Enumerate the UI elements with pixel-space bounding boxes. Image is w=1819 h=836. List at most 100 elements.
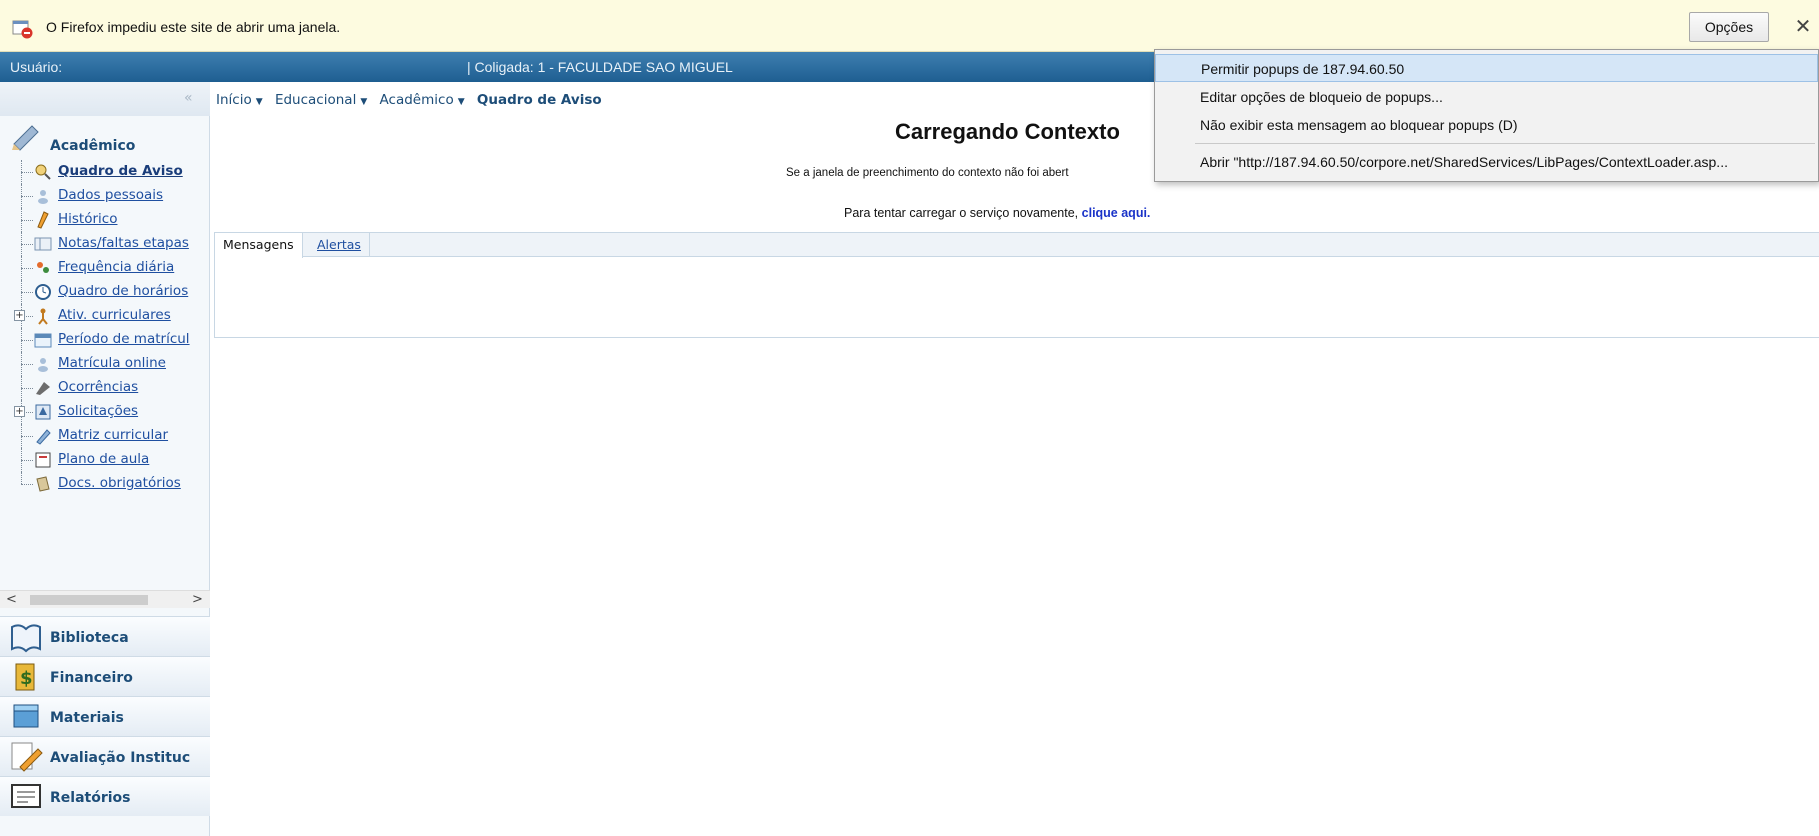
- page-title: Carregando Contexto: [895, 119, 1120, 144]
- module-label: Relatórios: [50, 790, 131, 806]
- online-enrollment-icon: [38, 358, 48, 372]
- request-icon: [35, 404, 51, 420]
- breadcrumb: Início ▼ Educacional ▼ Acadêmico ▼ Quadro d…: [216, 92, 606, 108]
- sidebar-item-notas-faltas[interactable]: Notas/faltas etapas: [0, 232, 210, 256]
- pencil-icon: [37, 211, 49, 229]
- menu-item-allow-popups[interactable]: Permitir popups de 187.94.60.50: [1155, 54, 1818, 82]
- blocked-popup-icon: [12, 20, 33, 39]
- sidebar-item-quadro-de-aviso[interactable]: Quadro de Aviso: [0, 160, 210, 184]
- module-label: Financeiro: [50, 670, 133, 686]
- sidebar-header: «: [0, 82, 210, 116]
- module-relatorios[interactable]: Relatórios: [0, 776, 210, 816]
- popup-options-menu: Permitir popups de 187.94.60.50 Editar o…: [1154, 49, 1819, 182]
- sidebar-item-label[interactable]: Docs. obrigatórios: [58, 475, 181, 491]
- module-label: Materiais: [50, 710, 124, 726]
- expand-icon[interactable]: +: [14, 310, 25, 321]
- report-icon: [11, 784, 41, 808]
- sidebar-item-label[interactable]: Matrícula online: [58, 355, 166, 371]
- sidebar-item-solicitacoes[interactable]: + Solicitações: [0, 400, 210, 424]
- breadcrumb-inicio[interactable]: Início: [216, 92, 252, 108]
- module-label: Avaliação Instituc: [50, 750, 191, 766]
- breadcrumb-academico[interactable]: Acadêmico: [380, 92, 454, 108]
- sidebar-item-historico[interactable]: Histórico: [0, 208, 210, 232]
- sidebar-item-matricula-online[interactable]: Matrícula online: [0, 352, 210, 376]
- menu-separator: [1195, 143, 1815, 144]
- tabs-panel: Mensagens Alertas: [214, 232, 1819, 338]
- module-financeiro[interactable]: $ Financeiro: [0, 656, 210, 696]
- sidebar-item-label[interactable]: Frequência diária: [58, 259, 174, 275]
- scroll-right-icon[interactable]: >: [192, 592, 203, 607]
- scroll-left-icon[interactable]: <: [6, 592, 17, 607]
- menu-item-dont-show-message[interactable]: Não exibir esta mensagem ao bloquear pop…: [1155, 111, 1818, 139]
- retry-message: Para tentar carregar o serviço novamente…: [844, 206, 1150, 220]
- chevron-down-icon[interactable]: ▼: [256, 97, 263, 107]
- book-icon: [35, 452, 51, 468]
- context-message: Se a janela de preenchimento do contexto…: [786, 167, 1069, 179]
- notice-board-icon: [35, 164, 51, 180]
- sidebar-item-matriz-curricular[interactable]: Matriz curricular: [0, 424, 210, 448]
- module-avaliacao-institucional[interactable]: Avaliação Instituc: [0, 736, 210, 776]
- person-icon: [38, 190, 48, 204]
- svg-text:$: $: [20, 668, 33, 689]
- sidebar-item-dados-pessoais[interactable]: Dados pessoais: [0, 184, 210, 208]
- module-materiais[interactable]: Materiais: [0, 696, 210, 736]
- sidebar-item-label[interactable]: Solicitações: [58, 403, 138, 419]
- incident-icon: [36, 382, 50, 395]
- popup-blocked-notification: O Firefox impediu este site de abrir uma…: [0, 0, 1819, 52]
- sidebar-item-periodo-matricula[interactable]: Período de matrícul: [0, 328, 210, 352]
- pencil-ruler-icon: [12, 125, 39, 151]
- chevron-down-icon[interactable]: ▼: [360, 97, 367, 107]
- expand-icon[interactable]: +: [14, 406, 25, 417]
- activity-icon: [38, 308, 48, 325]
- sidebar-item-label[interactable]: Dados pessoais: [58, 187, 163, 203]
- sidebar-horizontal-scrollbar[interactable]: < >: [0, 590, 210, 608]
- menu-item-open-blocked-url[interactable]: Abrir "http://187.94.60.50/corpore.net/S…: [1155, 148, 1818, 176]
- collapse-icon[interactable]: «: [184, 90, 193, 106]
- sidebar-item-quadro-horarios[interactable]: Quadro de horários: [0, 280, 210, 304]
- clock-icon: [35, 284, 51, 300]
- breadcrumb-current: Quadro de Aviso: [476, 92, 602, 108]
- module-header-academico[interactable]: Acadêmico: [0, 120, 210, 160]
- tab-mensagens[interactable]: Mensagens: [215, 233, 303, 258]
- close-icon[interactable]: ✕: [1792, 14, 1814, 38]
- sidebar-item-label[interactable]: Ocorrências: [58, 379, 138, 395]
- user-label: Usuário:: [10, 59, 63, 75]
- sidebar-item-label[interactable]: Ativ. curriculares: [58, 307, 171, 323]
- module-title: Acadêmico: [50, 138, 136, 154]
- sidebar-item-label[interactable]: Matriz curricular: [58, 427, 168, 443]
- sidebar-item-docs-obrigatorios[interactable]: Docs. obrigatórios: [0, 472, 210, 496]
- tab-strip: Mensagens Alertas: [215, 233, 1819, 258]
- retry-text: Para tentar carregar o serviço novamente…: [844, 206, 1079, 220]
- sidebar-item-frequencia[interactable]: Frequência diária: [0, 256, 210, 280]
- tab-alertas[interactable]: Alertas: [309, 233, 370, 257]
- documents-icon: [36, 476, 50, 492]
- coligada-label: | Coligada: 1 - FACULDADE SAO MIGUEL: [467, 59, 733, 75]
- attendance-icon: [37, 262, 49, 273]
- grades-table-icon: [34, 237, 52, 251]
- evaluation-icon: [11, 742, 43, 772]
- scroll-thumb[interactable]: [30, 595, 148, 605]
- sidebar-item-label[interactable]: Quadro de horários: [58, 283, 188, 299]
- notification-text: O Firefox impediu este site de abrir uma…: [46, 19, 341, 35]
- breadcrumb-educacional[interactable]: Educacional: [275, 92, 356, 108]
- sidebar-item-ativ-curriculares[interactable]: + Ativ. curriculares: [0, 304, 210, 328]
- options-button[interactable]: Opções: [1689, 12, 1769, 42]
- sidebar-item-label[interactable]: Quadro de Aviso: [58, 163, 183, 179]
- sidebar-item-label[interactable]: Notas/faltas etapas: [58, 235, 189, 251]
- money-icon: $: [15, 663, 35, 691]
- module-biblioteca[interactable]: Biblioteca: [0, 616, 210, 656]
- calendar-icon: [34, 333, 52, 348]
- sidebar-item-plano-de-aula[interactable]: Plano de aula: [0, 448, 210, 472]
- sidebar: « Acadêmico Quadro de Aviso Dados pessoa…: [0, 82, 210, 836]
- sidebar-item-ocorrencias[interactable]: Ocorrências: [0, 376, 210, 400]
- library-book-icon: [11, 624, 41, 653]
- sidebar-item-label[interactable]: Histórico: [58, 211, 117, 227]
- retry-link[interactable]: clique aqui.: [1082, 206, 1151, 220]
- materials-icon: [13, 704, 39, 728]
- sidebar-item-label[interactable]: Plano de aula: [58, 451, 149, 467]
- sidebar-item-label[interactable]: Período de matrícul: [58, 331, 190, 347]
- curriculum-icon: [36, 429, 51, 445]
- menu-item-edit-popup-options[interactable]: Editar opções de bloqueio de popups...: [1155, 83, 1818, 111]
- module-label: Biblioteca: [50, 630, 129, 646]
- chevron-down-icon[interactable]: ▼: [458, 97, 465, 107]
